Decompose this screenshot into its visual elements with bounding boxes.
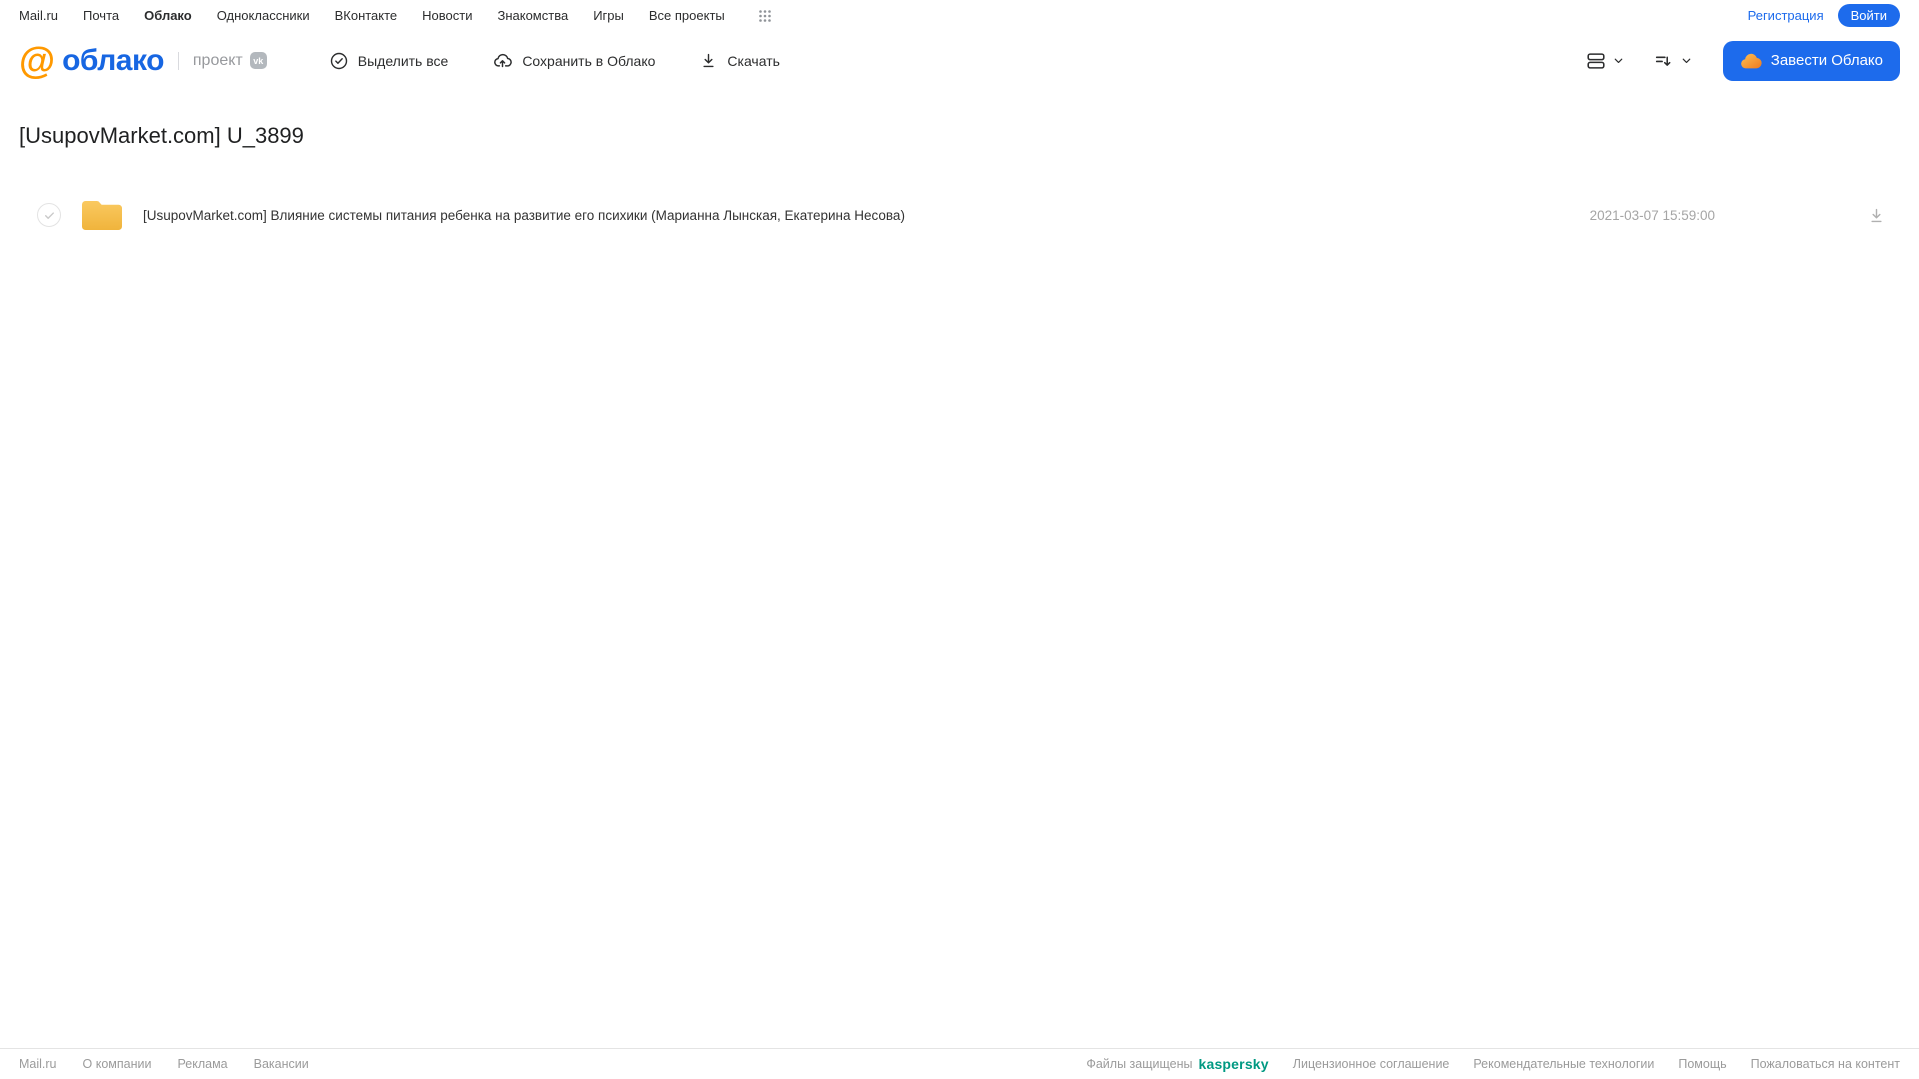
portal-topbar: Mail.ru Почта Облако Одноклассники ВКонт… — [0, 0, 1919, 31]
footer-link-ads[interactable]: Реклама — [177, 1057, 227, 1071]
chevron-down-icon — [1680, 54, 1693, 67]
footer-right-links: Файлы защищены kaspersky Лицензионное со… — [1086, 1056, 1900, 1072]
create-cloud-label: Завести Облако — [1770, 52, 1883, 69]
mailru-cloud-page: Mail.ru Почта Облако Одноклассники ВКонт… — [0, 0, 1919, 1079]
portal-link-mailru[interactable]: Mail.ru — [19, 8, 58, 23]
view-controls: Завести Облако — [1585, 40, 1900, 81]
kaspersky-logo[interactable]: kaspersky — [1198, 1056, 1268, 1072]
portal-link-vse-proekty[interactable]: Все проекты — [649, 8, 725, 23]
sort-icon — [1653, 50, 1675, 72]
footer-link-company[interactable]: О компании — [83, 1057, 152, 1071]
select-all-label: Выделить все — [357, 52, 449, 69]
file-row[interactable]: [UsupovMarket.com] Влияние системы питан… — [19, 191, 1900, 239]
cloud-icon — [1740, 52, 1762, 70]
view-mode-dropdown[interactable] — [1585, 50, 1625, 72]
page-title: [UsupovMarket.com] U_3899 — [19, 123, 304, 148]
folder-icon — [80, 198, 124, 233]
cloud-header: @ облако проект vk Выделить все Сохранит… — [0, 31, 1919, 90]
file-name[interactable]: [UsupovMarket.com] Влияние системы питан… — [143, 208, 905, 223]
download-label: Скачать — [727, 52, 780, 69]
footer-link-license[interactable]: Лицензионное соглашение — [1293, 1057, 1450, 1071]
file-toolbar: Выделить все Сохранить в Облако Скачать — [329, 50, 780, 71]
auth-controls: Регистрация Войти — [1748, 4, 1900, 27]
mailru-at-icon: @ — [19, 40, 56, 81]
registration-link[interactable]: Регистрация — [1748, 8, 1824, 23]
main-content: [UsupovMarket.com] U_3899 [UsupovMarket.… — [0, 90, 1919, 1048]
sort-dropdown[interactable] — [1653, 50, 1693, 72]
portal-link-pochta[interactable]: Почта — [83, 8, 119, 23]
cloud-logo[interactable]: @ облако проект vk — [19, 42, 267, 79]
row-download-icon[interactable] — [1867, 206, 1886, 225]
vk-icon: vk — [249, 52, 267, 69]
footer-link-help[interactable]: Помощь — [1678, 1057, 1726, 1071]
list-view-icon — [1585, 50, 1607, 72]
download-icon — [699, 51, 718, 70]
save-to-cloud-button[interactable]: Сохранить в Облако — [492, 50, 655, 71]
select-all-button[interactable]: Выделить все — [329, 51, 449, 71]
portal-link-odnoklassniki[interactable]: Одноклассники — [217, 8, 310, 23]
footer-link-jobs[interactable]: Вакансии — [254, 1057, 309, 1071]
portal-links: Mail.ru Почта Облако Одноклассники ВКонт… — [19, 8, 772, 23]
file-date: 2021-03-07 15:59:00 — [1589, 207, 1715, 223]
create-cloud-button[interactable]: Завести Облако — [1722, 40, 1900, 81]
project-vk-chip: проект vk — [177, 51, 267, 70]
portal-link-oblako[interactable]: Облако — [144, 8, 192, 23]
footer-left-links: Mail.ru О компании Реклама Вакансии — [19, 1057, 309, 1071]
portal-link-vkontakte[interactable]: ВКонтакте — [335, 8, 398, 23]
portal-link-novosti[interactable]: Новости — [422, 8, 472, 23]
footer-link-recommendation-tech[interactable]: Рекомендательные технологии — [1473, 1057, 1654, 1071]
save-to-cloud-label: Сохранить в Облако — [522, 52, 656, 69]
footer-link-report-content[interactable]: Пожаловаться на контент — [1751, 1057, 1900, 1071]
login-button[interactable]: Войти — [1837, 4, 1900, 27]
check-circle-icon — [329, 51, 349, 71]
portal-link-znakomstva[interactable]: Знакомства — [497, 8, 568, 23]
row-checkbox[interactable] — [37, 203, 61, 227]
apps-grid-icon[interactable] — [758, 9, 772, 23]
kaspersky-protected: Файлы защищены kaspersky — [1086, 1056, 1268, 1072]
chevron-down-icon — [1612, 54, 1625, 67]
footer-link-mailru[interactable]: Mail.ru — [19, 1057, 57, 1071]
kaspersky-protected-label: Файлы защищены — [1086, 1057, 1193, 1071]
project-label: проект — [192, 51, 243, 69]
portal-link-igry[interactable]: Игры — [593, 8, 624, 23]
cloud-logo-text: облако — [62, 43, 164, 77]
download-button[interactable]: Скачать — [699, 51, 780, 70]
file-list: [UsupovMarket.com] Влияние системы питан… — [19, 191, 1900, 239]
cloud-upload-icon — [492, 50, 513, 71]
page-footer: Mail.ru О компании Реклама Вакансии Файл… — [0, 1048, 1919, 1079]
